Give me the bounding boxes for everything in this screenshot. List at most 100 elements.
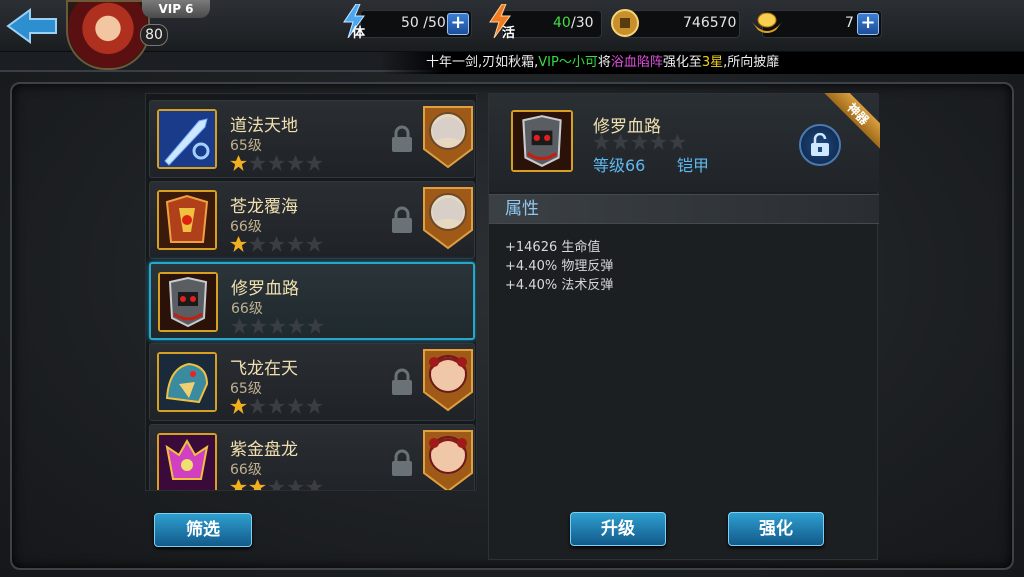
item-name: 修罗血路 <box>231 279 299 299</box>
stamina-tag: 体 <box>352 26 366 41</box>
star-empty-icon <box>269 318 286 334</box>
back-button[interactable] <box>2 4 62 48</box>
star-empty-icon <box>307 318 324 334</box>
equipment-list[interactable]: 道法天地 65级 苍龙覆海 66级 修罗血路 66级 飞龙在天 65级 紫金盘龙… <box>145 93 477 491</box>
energy-max: /30 <box>571 15 594 31</box>
skull-armor-icon <box>158 272 218 332</box>
attributes-header: 属性 <box>489 194 879 224</box>
enhance-button[interactable]: 强化 <box>728 512 824 546</box>
stamina-value: 50 /50 <box>401 15 446 31</box>
ribbon-label: 神器 <box>823 93 880 149</box>
item-name: 飞龙在天 <box>230 359 298 379</box>
item-name: 道法天地 <box>230 116 298 136</box>
star-empty-icon <box>268 479 285 490</box>
star-filled-icon <box>249 479 266 490</box>
dragon-armor-icon <box>157 190 217 250</box>
marquee-item: 浴血陷阵 <box>610 55 663 70</box>
coin-icon <box>610 8 640 42</box>
item-level: 66级 <box>231 301 263 317</box>
marquee-text-4: ,所向披靡 <box>723 55 780 70</box>
marquee-text-3: 强化至 <box>662 55 702 70</box>
dragon-beast-icon <box>157 352 217 412</box>
announcement-marquee: 十年一剑,刃如秋霜,VIP～小可将浴血陷阵强化至3星,所向披靡 <box>380 52 1024 74</box>
star-empty-icon <box>287 155 304 171</box>
lock-icon <box>392 206 412 233</box>
star-empty-icon <box>306 398 323 414</box>
marquee-player: VIP～小可 <box>538 55 598 70</box>
star-empty-icon <box>268 236 285 252</box>
attribute-line: +14626 生命值 <box>505 240 601 255</box>
artifact-ribbon: 神器 <box>820 93 880 153</box>
star-empty-icon <box>669 134 686 150</box>
detail-header: 修罗血路 等级66 铠甲 神器 <box>489 93 880 192</box>
hero-portrait-icon[interactable] <box>422 348 474 412</box>
star-rating <box>231 318 324 334</box>
gold-value: 7 <box>845 15 854 31</box>
detail-star-rating <box>593 134 686 150</box>
list-item-selected[interactable]: 修罗血路 66级 <box>149 262 475 340</box>
star-empty-icon <box>287 398 304 414</box>
purple-dragon-icon <box>157 433 217 490</box>
star-empty-icon <box>268 155 285 171</box>
item-level: 65级 <box>230 381 262 397</box>
star-filled-icon <box>230 479 247 490</box>
filter-button[interactable]: 筛选 <box>154 513 252 547</box>
stamina-resource: 50 /50 + <box>360 10 472 38</box>
detail-level: 等级66 <box>593 156 646 175</box>
list-item[interactable]: 飞龙在天 65级 <box>149 343 475 421</box>
player-avatar[interactable] <box>66 0 150 70</box>
sword-icon <box>157 109 217 169</box>
gold-add-button[interactable]: + <box>857 13 879 35</box>
item-name: 紫金盘龙 <box>230 440 298 460</box>
star-empty-icon <box>231 318 248 334</box>
marquee-text-1: 十年一剑,刃如秋霜, <box>426 55 539 70</box>
gold-ingot-icon <box>750 10 784 40</box>
item-level: 66级 <box>230 462 262 478</box>
attributes-list: +14626 生命值 +4.40% 物理反弹 +4.40% 法术反弹 <box>505 238 613 295</box>
equipment-detail-panel: 修罗血路 等级66 铠甲 神器 属性 +14626 生命值 +4.40% 物理反… <box>488 93 880 560</box>
star-empty-icon <box>268 398 285 414</box>
star-empty-icon <box>306 236 323 252</box>
list-item[interactable]: 道法天地 65级 <box>149 100 475 178</box>
energy-current: 40 <box>553 15 571 31</box>
star-empty-icon <box>306 479 323 490</box>
hero-portrait-icon[interactable] <box>422 105 474 169</box>
item-name: 苍龙覆海 <box>230 197 298 217</box>
back-arrow-icon <box>6 8 57 44</box>
top-bar: VIP 6 80 50 /50 + 体 40 /30 活 746570 7 + <box>0 0 1024 70</box>
energy-resource: 40 /30 <box>502 10 602 38</box>
star-empty-icon <box>249 155 266 171</box>
lock-icon <box>392 368 412 395</box>
list-item[interactable]: 紫金盘龙 66级 <box>149 424 475 491</box>
detail-type: 铠甲 <box>677 156 710 175</box>
upgrade-button[interactable]: 升级 <box>570 512 666 546</box>
lock-icon <box>392 449 412 476</box>
stamina-add-button[interactable]: + <box>447 13 469 35</box>
star-empty-icon <box>306 155 323 171</box>
item-level: 66级 <box>230 219 262 235</box>
star-empty-icon <box>631 134 648 150</box>
hero-portrait-icon[interactable] <box>422 429 474 491</box>
star-empty-icon <box>650 134 667 150</box>
item-level: 65级 <box>230 138 262 154</box>
skull-armor-icon <box>511 110 573 172</box>
star-empty-icon <box>287 479 304 490</box>
star-empty-icon <box>287 236 304 252</box>
star-rating <box>230 398 323 414</box>
star-empty-icon <box>593 134 610 150</box>
star-empty-icon <box>250 318 267 334</box>
star-rating <box>230 155 323 171</box>
star-filled-icon <box>230 155 247 171</box>
marquee-text-2: 将 <box>597 55 611 70</box>
list-item[interactable]: 苍龙覆海 66级 <box>149 181 475 259</box>
star-rating <box>230 479 323 490</box>
attribute-line: +4.40% 法术反弹 <box>505 278 614 293</box>
marquee-stars: 3星 <box>701 55 724 70</box>
hero-portrait-icon[interactable] <box>422 186 474 250</box>
energy-tag: 活 <box>502 26 516 41</box>
star-empty-icon <box>288 318 305 334</box>
star-empty-icon <box>249 236 266 252</box>
player-level: 80 <box>140 24 168 46</box>
coin-value: 746570 <box>683 15 737 31</box>
star-empty-icon <box>249 398 266 414</box>
